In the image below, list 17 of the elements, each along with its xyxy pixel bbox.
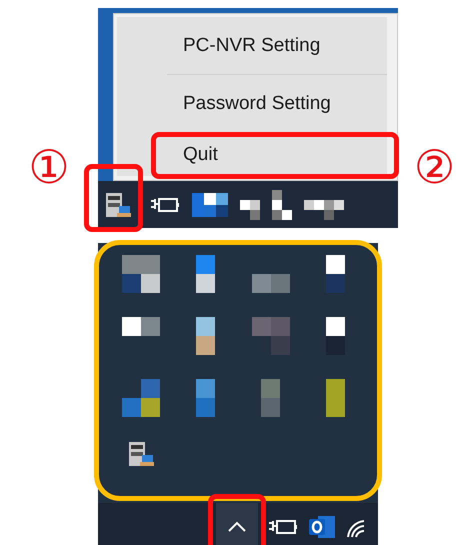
mail-app-icon[interactable]	[308, 514, 336, 540]
menu-item[interactable]: Quit	[183, 144, 218, 166]
blurred-icon[interactable]	[122, 255, 160, 293]
blurred-icon[interactable]	[192, 192, 228, 216]
show-hidden-icons-button[interactable]	[216, 503, 258, 545]
menu-item[interactable]: PC-NVR Setting	[183, 34, 320, 56]
blurred-icon[interactable]	[326, 317, 345, 355]
battery-icon[interactable]	[150, 196, 180, 214]
blurred-icon[interactable]	[272, 190, 292, 220]
step-number: ②	[414, 144, 456, 190]
step-number: ①	[28, 144, 70, 190]
battery-icon[interactable]	[268, 518, 298, 536]
blurred-icon[interactable]	[326, 255, 345, 293]
chevron-up-icon	[227, 521, 247, 533]
menu-item[interactable]: Password Setting	[183, 92, 331, 114]
server-icon[interactable]	[128, 441, 154, 467]
server-icon[interactable]	[105, 192, 131, 218]
